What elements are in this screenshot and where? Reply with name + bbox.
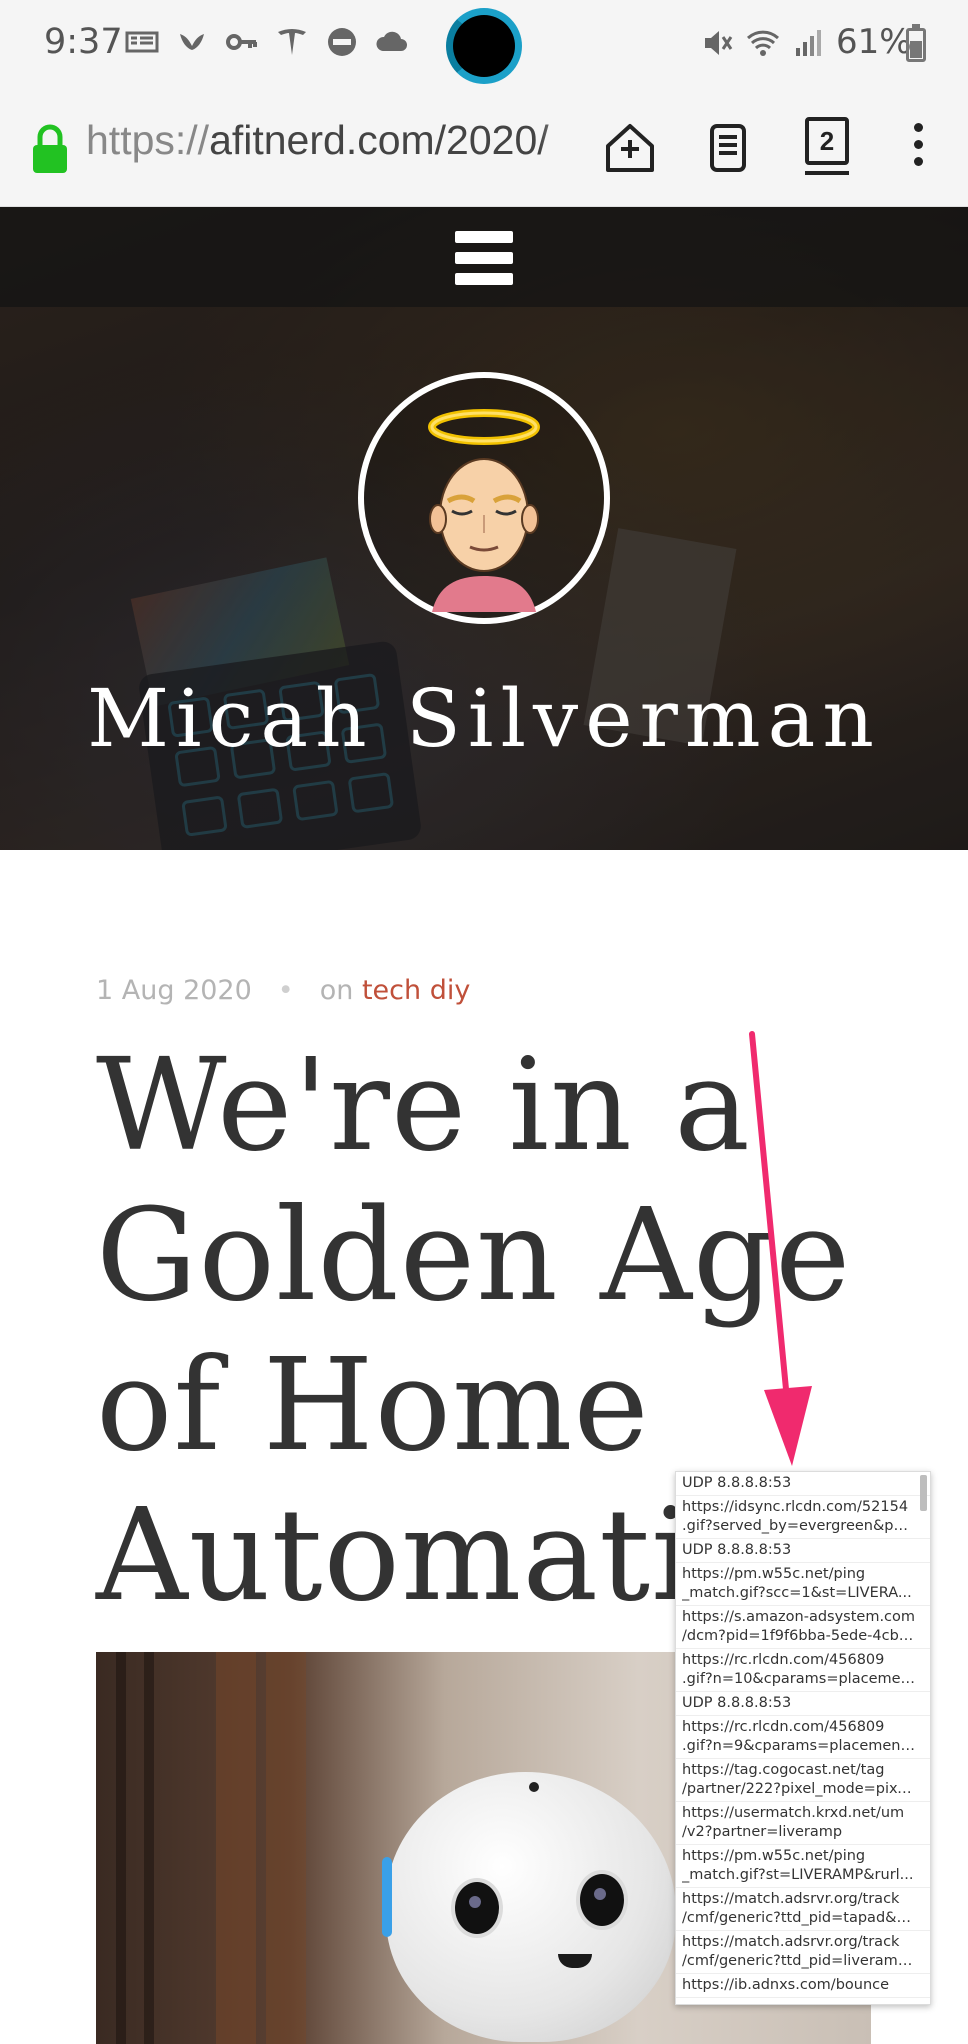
wall-stripe xyxy=(144,1652,154,2044)
avatar-halo-icon xyxy=(428,409,540,612)
url-field[interactable]: https://afitnerd.com/2020/ xyxy=(86,117,580,164)
robot-head xyxy=(386,1772,676,2042)
log-entry-line: /v2?partner=liveramp xyxy=(682,1824,843,1840)
hero-banner: Micah Silverman xyxy=(0,207,968,850)
log-entry-line: https://match.adsrvr.org/track xyxy=(682,1891,900,1907)
add-to-home-button[interactable] xyxy=(600,117,660,179)
mute-icon xyxy=(705,31,733,55)
log-entry-line: https://pm.w55c.net/ping xyxy=(682,1848,866,1864)
wall-stripe xyxy=(266,1652,306,2044)
robot-left-eye xyxy=(451,1878,503,1938)
lock-icon xyxy=(33,124,67,173)
post-date: 1 Aug 2020 xyxy=(96,975,252,1006)
battery-percent: 61% xyxy=(836,22,912,62)
log-entry[interactable]: UDP 8.8.8.8:53 xyxy=(676,1472,930,1496)
log-entry-line: https://rc.rlcdn.com/456809 xyxy=(682,1652,885,1668)
network-log-list: UDP 8.8.8.8:53 https://idsync.rlcdn.com/5… xyxy=(676,1472,930,1998)
log-entry[interactable]: https://usermatch.krxd.net/um/v2?partner… xyxy=(676,1802,930,1845)
key-icon xyxy=(226,34,257,50)
log-entry[interactable]: https://ib.adnxs.com/bounce xyxy=(676,1974,930,1998)
wall-stripe xyxy=(116,1652,126,2044)
log-entry[interactable]: UDP 8.8.8.8:53 xyxy=(676,1692,930,1716)
site-title[interactable]: Micah Silverman xyxy=(0,672,968,765)
log-entry-line: https://match.adsrvr.org/track xyxy=(682,1934,900,1950)
url-fade xyxy=(540,115,584,175)
log-entry-line: https://s.amazon-adsystem.com xyxy=(682,1609,916,1625)
signal-icon xyxy=(796,30,821,56)
do-not-disturb-icon xyxy=(328,28,356,56)
network-log-panel[interactable]: UDP 8.8.8.8:53 https://idsync.rlcdn.com/5… xyxy=(675,1471,931,2005)
log-entry-line: /partner/222?pixel_mode=pixel... xyxy=(682,1781,916,1797)
on-label: on xyxy=(319,975,354,1006)
assistant-bubble-icon[interactable] xyxy=(446,8,522,84)
log-entry[interactable]: https://rc.rlcdn.com/456809 .gif?n=9&cpar… xyxy=(676,1716,930,1759)
log-entry-line: .gif?n=9&cparams=placement... xyxy=(682,1738,916,1754)
log-scrollbar[interactable] xyxy=(920,1475,927,1511)
post-meta: 1 Aug 2020 • on tech diy xyxy=(96,975,470,1006)
log-entry-line: .gif?served_by=evergreen&part... xyxy=(682,1518,916,1534)
log-entry-line: https://usermatch.krxd.net/um xyxy=(682,1805,905,1821)
log-entry-line: https://pm.w55c.net/ping xyxy=(682,1566,866,1582)
status-icons-left xyxy=(124,24,410,60)
annotation-arrow-icon xyxy=(749,1031,812,1466)
log-entry-line: /dcm?pid=1f9f6bba-5ede-4cb5... xyxy=(682,1628,916,1644)
bird-icon xyxy=(180,34,204,50)
status-time: 9:37 xyxy=(44,22,123,62)
url-scheme: https:// xyxy=(86,117,210,163)
robot-ear xyxy=(382,1857,392,1937)
status-bar: 9:37 61% xyxy=(0,0,968,95)
log-entry[interactable]: UDP 8.8.8.8:53 xyxy=(676,1539,930,1563)
log-entry-line: .gif?n=10&cparams=placemen... xyxy=(682,1671,916,1687)
document-icon xyxy=(710,124,746,172)
news-icon xyxy=(125,31,159,53)
robot-sensor-dot xyxy=(529,1782,539,1792)
log-entry[interactable]: https://pm.w55c.net/ping _match.gif?st=LI… xyxy=(676,1845,930,1888)
log-entry-line: _match.gif?scc=1&st=LIVERA... xyxy=(682,1585,912,1601)
battery-icon xyxy=(906,24,926,62)
log-entry-line: _match.gif?st=LIVERAMP&rurl... xyxy=(682,1867,914,1883)
log-entry-line: https://idsync.rlcdn.com/52154 xyxy=(682,1499,909,1515)
log-entry[interactable]: https://pm.w55c.net/ping _match.gif?scc=1… xyxy=(676,1563,930,1606)
hamburger-menu-icon[interactable] xyxy=(455,231,513,285)
tabs-underline xyxy=(805,171,849,175)
log-entry-line: UDP 8.8.8.8:53 xyxy=(682,1542,792,1558)
reader-mode-button[interactable] xyxy=(698,117,758,179)
log-entry[interactable]: https://match.adsrvr.org/track/cmf/gener… xyxy=(676,1931,930,1974)
home-add-icon xyxy=(606,124,654,172)
site-nav-bar xyxy=(0,207,968,307)
log-entry-line: https://rc.rlcdn.com/456809 xyxy=(682,1719,885,1735)
log-entry-line: UDP 8.8.8.8:53 xyxy=(682,1695,792,1711)
wall-stripe xyxy=(216,1652,256,2044)
category-link[interactable]: tech diy xyxy=(362,975,470,1006)
log-entry[interactable]: https://tag.cogocast.net/tag/partner/222… xyxy=(676,1759,930,1802)
log-entry[interactable]: https://rc.rlcdn.com/456809 .gif?n=10&cpa… xyxy=(676,1649,930,1692)
log-entry-line: /cmf/generic?ttd_pid=tapad&tt... xyxy=(682,1910,916,1926)
log-entry-line: /cmf/generic?ttd_pid=liveramp... xyxy=(682,1953,916,1969)
log-entry[interactable]: https://idsync.rlcdn.com/52154 .gif?serve… xyxy=(676,1496,930,1539)
tabs-button[interactable]: 2 xyxy=(805,117,849,165)
log-entry-line: UDP 8.8.8.8:53 xyxy=(682,1475,792,1491)
log-entry-line: https://tag.cogocast.net/tag xyxy=(682,1762,885,1778)
log-entry[interactable]: https://match.adsrvr.org/track/cmf/gener… xyxy=(676,1888,930,1931)
tesla-icon xyxy=(278,29,306,55)
url-host: afitnerd.com/2020/ xyxy=(209,117,549,163)
browser-toolbar: https://afitnerd.com/2020/ 2 xyxy=(0,95,968,207)
log-entry[interactable]: https://s.amazon-adsystem.com/dcm?pid=1f… xyxy=(676,1606,930,1649)
log-entry-line: https://ib.adnxs.com/bounce xyxy=(682,1977,890,1993)
status-icons-right xyxy=(700,26,826,60)
wifi-icon xyxy=(746,30,780,56)
cloud-icon xyxy=(376,31,407,51)
robot-right-eye xyxy=(576,1870,628,1930)
overflow-menu-icon[interactable] xyxy=(912,123,924,173)
meta-separator: • xyxy=(277,975,294,1006)
